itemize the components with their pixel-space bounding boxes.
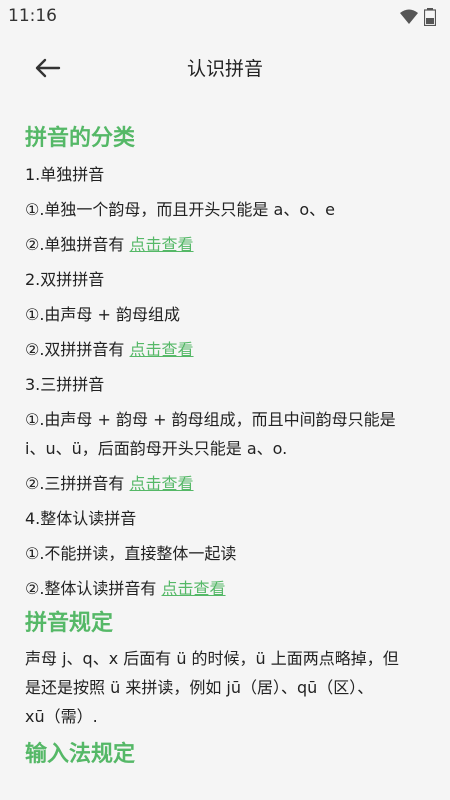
section-heading-pinyin-classification: 拼音的分类 <box>25 126 136 151</box>
paragraph-line: 是还是按照 ü 来拼读，例如 jū（居）、qū（区）、 <box>25 678 374 697</box>
battery-icon <box>424 8 436 26</box>
list-item: i、u、ü，后面韵母开头只能是 a、o. <box>25 439 288 458</box>
status-icons <box>400 8 436 26</box>
list-item: 2.双拼拼音 <box>25 270 105 289</box>
section-heading-input-method-rules: 输入法规定 <box>25 742 136 767</box>
list-item: ①.由声母 + 韵母 + 韵母组成，而且中间韵母只能是 <box>25 410 396 429</box>
paragraph-line: 声母 j、q、x 后面有 ü 的时候，ü 上面两点略掉，但 <box>25 649 399 668</box>
view-link-single-pinyin[interactable]: 点击查看 <box>130 235 194 254</box>
paragraph-line: xū（需）. <box>25 707 98 726</box>
list-item: ②.三拼拼音有 点击查看 <box>25 473 429 495</box>
status-time: 11:16 <box>8 6 57 26</box>
list-item: ②.整体认读拼音有 点击查看 <box>25 578 429 600</box>
content: 拼音的分类 1.单独拼音 ①.单独一个韵母，而且开头只能是 a、o、e ②.单独… <box>25 112 429 769</box>
page-title: 认识拼音 <box>186 58 263 80</box>
view-link-double-pinyin[interactable]: 点击查看 <box>130 340 194 359</box>
list-item-text: ②.整体认读拼音有 <box>25 579 162 598</box>
list-item: ②.双拼拼音有 点击查看 <box>25 339 429 361</box>
list-item-text: ②.单独拼音有 <box>25 235 130 254</box>
status-bar: 11:16 <box>0 0 450 34</box>
rules-paragraph: 声母 j、q、x 后面有 ü 的时候，ü 上面两点略掉，但 是还是按照 ü 来拼… <box>25 644 429 731</box>
list-item: 4.整体认读拼音 <box>25 509 137 528</box>
view-link-whole-read-pinyin[interactable]: 点击查看 <box>162 579 226 598</box>
list-item: ①.单独一个韵母，而且开头只能是 a、o、e <box>25 200 335 219</box>
view-link-triple-pinyin[interactable]: 点击查看 <box>130 474 194 493</box>
list-item: 3.三拼拼音 <box>25 375 105 394</box>
section-heading-pinyin-rules: 拼音规定 <box>25 611 114 636</box>
list-item-text: ②.三拼拼音有 <box>25 474 130 493</box>
wifi-icon <box>400 9 418 24</box>
list-item: ①.由声母 + 韵母组成 <box>25 305 181 324</box>
list-item: ②.单独拼音有 点击查看 <box>25 234 429 256</box>
app-bar: 认识拼音 <box>0 34 450 102</box>
list-item: ①.不能拼读，直接整体一起读 <box>25 544 237 563</box>
list-item-text: ②.双拼拼音有 <box>25 340 130 359</box>
list-item: 1.单独拼音 <box>25 165 105 184</box>
